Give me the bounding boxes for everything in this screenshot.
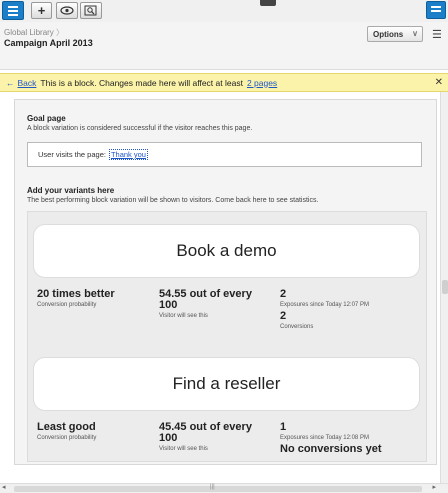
menu-icon xyxy=(8,6,18,16)
variant-visitors: 45.45 out of every 100 Visitor will see … xyxy=(159,421,269,453)
chevron-right-icon: 〉 xyxy=(56,28,65,37)
goal-rule-text: User visits the page: xyxy=(38,150,106,159)
eye-icon xyxy=(60,6,74,15)
breadcrumb: Global Library 〉 xyxy=(4,27,64,38)
page-header: Global Library 〉 Campaign April 2013 Opt… xyxy=(0,22,448,70)
goal-subtitle: A block variation is considered successf… xyxy=(27,125,253,132)
conversions-label: Conversions xyxy=(280,324,314,330)
pages-link[interactable]: 2 pages xyxy=(247,78,277,88)
variants-title: Add your variants here xyxy=(27,186,115,195)
variant-name: Find a reseller xyxy=(172,374,281,393)
visitors-label: Visitor will see this xyxy=(159,313,208,319)
variant-exposures: 1 Exposures since Today 12:08 PM No conv… xyxy=(280,422,420,455)
breadcrumb-link[interactable]: Global Library xyxy=(4,28,54,37)
back-link[interactable]: Back xyxy=(18,78,37,88)
variant-rank: Least good Conversion probability xyxy=(37,421,97,442)
exposures-value: 1 xyxy=(280,421,287,433)
variants-list: Book a demo 20 times better Conversion p… xyxy=(27,211,427,462)
goal-title: Goal page xyxy=(27,114,66,123)
banner-text: This is a block. Changes made here will … xyxy=(40,77,243,88)
options-label: Options xyxy=(373,29,404,39)
preview-button[interactable] xyxy=(56,2,78,19)
right-panel-toggle-button[interactable] xyxy=(426,1,446,19)
variant-name: Book a demo xyxy=(176,241,277,260)
rank-label: Conversion probability xyxy=(37,302,97,308)
block-warning-banner: ← Back This is a block. Changes made her… xyxy=(0,73,448,92)
rank-value: 20 times better xyxy=(37,288,115,300)
rank-value: Least good xyxy=(37,421,96,433)
plus-icon: + xyxy=(37,3,46,18)
grip-icon: ||| xyxy=(210,484,215,490)
zoom-preview-button[interactable] xyxy=(80,2,102,19)
rank-label: Conversion probability xyxy=(37,435,97,441)
variants-subtitle: The best performing block variation will… xyxy=(27,197,319,204)
zoom-icon xyxy=(84,5,97,16)
horizontal-scroll-thumb[interactable] xyxy=(14,486,422,492)
exposures-label: Exposures since Today 12:08 PM xyxy=(280,435,369,441)
vertical-scroll-thumb[interactable] xyxy=(442,280,448,294)
panel-icon xyxy=(431,6,441,12)
variant-exposures: 2 Exposures since Today 12:07 PM 2 Conve… xyxy=(280,288,420,331)
variant-card-find-a-reseller[interactable]: Find a reseller xyxy=(33,357,420,411)
conversions-value: No conversions yet xyxy=(280,443,382,455)
toolbar-handle[interactable] xyxy=(260,0,276,6)
visitors-value: 54.55 out of every 100 xyxy=(159,288,252,311)
horizontal-scrollbar[interactable]: ◂ ||| ▸ xyxy=(0,483,448,493)
add-button[interactable]: + xyxy=(31,2,52,19)
top-toolbar: + xyxy=(0,0,448,22)
close-icon[interactable]: ✕ xyxy=(435,77,443,88)
variant-card-book-a-demo[interactable]: Book a demo xyxy=(33,224,420,278)
vertical-scrollbar[interactable] xyxy=(440,92,448,483)
goal-rule-box[interactable]: User visits the page: Thank you xyxy=(27,142,422,167)
exposures-label: Exposures since Today 12:07 PM xyxy=(280,302,369,308)
exposures-value: 2 xyxy=(280,288,287,300)
visitors-value: 45.45 out of every 100 xyxy=(159,421,252,444)
variant-rank: 20 times better Conversion probability xyxy=(37,288,115,309)
conversions-value: 2 xyxy=(280,310,287,322)
chevron-down-icon: ∨ xyxy=(412,29,418,38)
list-icon[interactable]: ☰ xyxy=(432,28,442,41)
options-dropdown[interactable]: Options ∨ xyxy=(367,26,423,42)
menu-toggle-button[interactable] xyxy=(2,1,24,20)
block-editor-panel: Goal page A block variation is considere… xyxy=(14,99,437,465)
goal-page-link[interactable]: Thank you xyxy=(108,149,148,160)
scroll-right-icon[interactable]: ▸ xyxy=(432,483,436,491)
back-arrow-icon: ← xyxy=(6,77,15,88)
visitors-label: Visitor will see this xyxy=(159,446,208,452)
scroll-left-icon[interactable]: ◂ xyxy=(2,483,6,491)
variant-visitors: 54.55 out of every 100 Visitor will see … xyxy=(159,288,269,320)
page-title: Campaign April 2013 xyxy=(4,38,93,48)
